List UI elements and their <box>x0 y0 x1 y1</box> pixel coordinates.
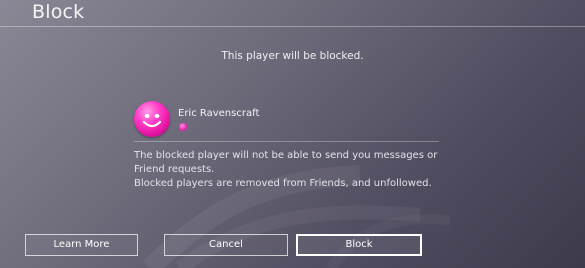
dialog-title: Block <box>32 1 85 23</box>
block-button[interactable]: Block <box>296 234 422 256</box>
info-divider <box>134 141 439 142</box>
status-dot-icon <box>179 123 187 131</box>
learn-more-button[interactable]: Learn More <box>25 234 138 256</box>
info-line-friends: Blocked players are removed from Friends… <box>134 178 432 189</box>
smiley-face-icon <box>142 114 162 128</box>
info-line-messages: The blocked player will not be able to s… <box>134 150 438 175</box>
block-info: The blocked player will not be able to s… <box>134 149 454 191</box>
background-swirl <box>143 165 451 268</box>
cancel-button[interactable]: Cancel <box>164 234 288 256</box>
title-divider <box>0 26 585 27</box>
player-name: Eric Ravenscraft <box>178 108 260 119</box>
player-avatar <box>134 101 170 137</box>
block-message: This player will be blocked. <box>221 50 364 62</box>
